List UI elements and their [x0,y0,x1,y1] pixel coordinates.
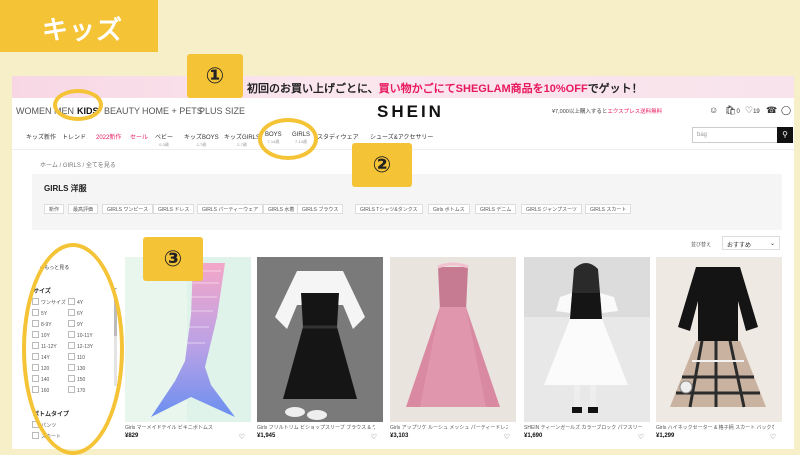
search-input[interactable]: bag [692,127,780,143]
subnav-age: 0-3歳 [159,142,169,147]
product-card[interactable]: Girls アップリケ ルーシュ メッシュ パーティードレス ¥3,103 ♡ [390,257,516,449]
product-name[interactable]: Girls アップリケ ルーシュ メッシュ パーティードレス [390,424,508,431]
product-image-pink-gown[interactable] [390,257,516,422]
filter-chip[interactable]: GIRLS Tシャツ&タンクス [355,204,423,214]
shein-logo[interactable]: SHEIN [377,102,444,122]
product-card[interactable]: Girls ハイネックセーター & 格子柄 スカート バックなし ¥1,299 … [656,257,782,449]
cart-count: 0 [736,109,740,115]
highlight-ring-filters [22,243,124,455]
subnav-label: ベビー [155,135,174,141]
subnav-item[interactable]: スタディウェア [317,132,359,141]
subnav-label: キッズGIRLS [224,135,261,141]
heart-icon[interactable]: ♡ [371,433,377,441]
product-card[interactable]: SHEIN ティーンガールズ カラーブロック パフスリーブ ¥1,690 ♡ [524,257,650,449]
filter-chip[interactable]: 最高評価 [68,204,99,214]
panel-title: GIRLS 洋服 [44,184,87,193]
product-name[interactable]: Girls フリルトリム ビショップスリーブ ブラウス & ワンピース [257,424,375,431]
heart-icon[interactable]: ♡ [239,433,245,441]
sort-value: おすすめ [727,243,752,249]
filter-chip[interactable]: Girls ボトムス [428,204,470,214]
product-image-blouse-dress[interactable] [257,257,383,422]
nav-beauty[interactable]: BEAUTY [104,106,140,116]
filter-chip[interactable]: GIRLS ドレス [153,204,195,214]
subnav-item[interactable]: 2022新作 [96,132,121,141]
filter-chip[interactable]: GIRLS ブラウス [297,204,344,214]
filter-chip[interactable]: GIRLS ジャンプスーツ [521,204,582,214]
product-price: ¥1,945 [257,433,276,439]
product-price: ¥1,299 [656,433,675,439]
subnav-item[interactable]: セール [130,132,148,141]
heart-icon[interactable]: ♡ [770,433,776,441]
nav-women[interactable]: WOMEN [16,106,52,116]
shein-page: 初回のお買い上げごとに、買い物かごにてSHEGLAM商品を10%OFFでゲット！… [12,76,794,449]
product-image-mermaid-tail[interactable] [125,257,251,422]
product-card[interactable]: Girls フリルトリム ビショップスリーブ ブラウス & ワンピース ¥1,9… [257,257,383,449]
wishlist-icon[interactable]: ♡19 [745,105,760,116]
step-badge-3: ③ [143,237,203,281]
chevron-down-icon: ⌄ [769,241,775,247]
product-price: ¥1,690 [524,433,543,439]
step-badge-2: ② [352,143,412,187]
sort-select[interactable]: おすすめ ⌄ [722,236,780,250]
subnav-item[interactable]: シューズ&アクセサリー [370,132,433,141]
wishlist-count: 19 [753,109,760,115]
subnav-item[interactable]: キッズBOYS 2-7歳 [184,132,219,148]
category-tag: キッズ [0,0,158,52]
category-tag-label: キッズ [42,15,124,45]
tutorial-frame: キッズ 初回のお買い上げごとに、買い物かごにてSHEGLAM商品を10%OFFで… [0,0,800,455]
nav-home-pets[interactable]: HOME + PETS [142,106,203,116]
product-card[interactable]: Girls マーメイドテイル ビキニボトムス ¥829 ♡ [125,257,251,449]
search-icon[interactable]: ⚲ [777,127,793,143]
headset-icon[interactable]: ☎ [766,105,777,116]
highlight-ring-kids [53,89,103,121]
subnav-age: 2-7歳 [237,142,247,147]
filter-chip[interactable]: 新作 [44,204,65,214]
subnav-item[interactable]: トレンド [62,132,86,141]
product-name[interactable]: Girls ハイネックセーター & 格子柄 スカート バックなし [656,424,774,431]
banner-post: でゲット！ [587,83,643,95]
subnav-label: キッズBOYS [184,135,219,141]
shipping-promo-text: ¥7,000以上購入すると [552,109,608,115]
subnav-item[interactable]: キッズ新作 [26,132,56,141]
highlight-ring-girls [258,118,318,160]
promo-banner[interactable]: 初回のお買い上げごとに、買い物かごにてSHEGLAM商品を10%OFFでゲット！ [12,76,794,98]
user-icon[interactable]: ☺ [709,105,718,115]
filter-chip[interactable]: GIRLS スカート [585,204,632,214]
globe-icon[interactable]: ◯ [781,105,791,116]
filter-chip[interactable]: GIRLS 水着 [263,204,300,214]
subnav-item[interactable]: ベビー 0-3歳 [155,132,173,148]
nav-plus-size[interactable]: PLUS SIZE [199,106,245,116]
product-name[interactable]: SHEIN ティーンガールズ カラーブロック パフスリーブ [524,424,642,431]
filter-chip[interactable]: GIRLS パーティーウェア [197,204,264,214]
shipping-promo: ¥7,000以上購入するとエクスプレス送料無料 [552,107,662,115]
filter-chip[interactable]: GIRLS ワンピース [102,204,154,214]
cart-icon[interactable]: 🛍0 [725,105,740,116]
subnav-age: 2-7歳 [196,142,207,147]
shipping-promo-highlight: エクスプレス送料無料 [607,109,663,115]
product-name[interactable]: Girls マーメイドテイル ビキニボトムス [125,424,243,431]
product-price: ¥3,103 [390,433,409,439]
product-image-colorblock-dress[interactable] [524,257,650,422]
banner-highlight: 買い物かごにてSHEGLAM商品を10%OFF [378,83,588,95]
breadcrumb[interactable]: ホーム / GIRLS / 全てを見る [40,160,116,169]
heart-icon[interactable]: ♡ [638,433,644,441]
banner-pre: 初回のお買い上げごとに、 [247,83,379,95]
filter-chip[interactable]: GIRLS デニム [475,204,517,214]
heart-icon[interactable]: ♡ [504,433,510,441]
product-image-plaid-skirt[interactable] [656,257,782,422]
subnav-item[interactable]: キッズGIRLS 2-7歳 [224,132,260,148]
sort-label: 並び替え [691,242,712,248]
product-price: ¥829 [125,433,139,439]
step-badge-1: ① [187,54,243,98]
